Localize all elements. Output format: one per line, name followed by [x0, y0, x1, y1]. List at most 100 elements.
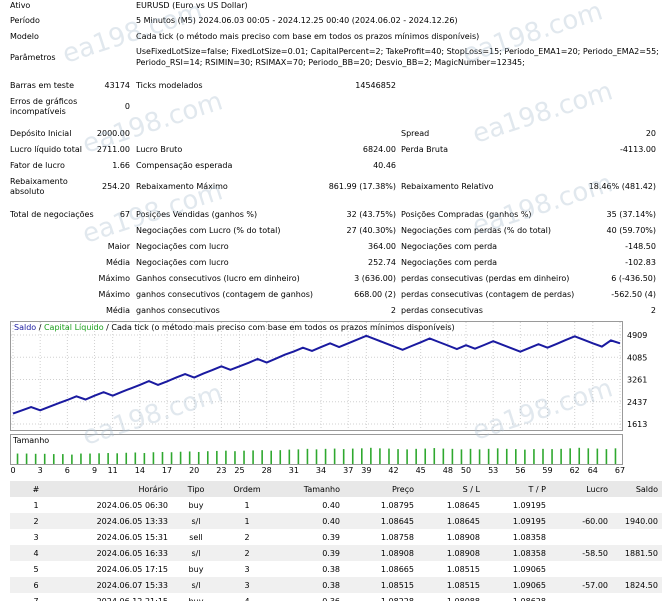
table-row[interactable]: 4 2024.06.05 16:33 s/l 2 0.39 1.08908 1.08908 1… [10, 545, 662, 561]
cell-tipo: s/l [172, 513, 220, 529]
cell-ordem: 4 [244, 596, 250, 601]
table-row[interactable]: 1 2024.06.05 06:30 buy 1 0.40 1.08795 1.08645 1… [10, 497, 662, 513]
x-tick-label: 6 [65, 466, 70, 475]
cell-sl: 1.08645 [446, 500, 480, 510]
x-tick-label: 45 [416, 466, 426, 475]
media-2-label: Média [105, 306, 130, 315]
cell-preco: 1.08228 [380, 596, 414, 601]
rebaixamento-absoluto-value: 254.20 [102, 182, 130, 191]
y-tick-label: 2437 [627, 398, 647, 407]
cell-lucro [550, 593, 612, 601]
legend-sep-2: / [104, 323, 112, 332]
periodo-label: Período [10, 16, 40, 25]
cell-preco: 1.08795 [380, 500, 414, 510]
cell-horario: 2024.06.05 15:31 [96, 532, 168, 542]
ganhos-cons-value: 2 [390, 306, 396, 315]
col-header-tp[interactable]: T / P [484, 481, 550, 497]
cell-number: 7 [33, 596, 39, 601]
cell-sl: 1.08515 [418, 577, 484, 593]
cell-tipo: buy [188, 564, 204, 574]
neg-perda-pct-label: Negociações com perdas (% do total) [401, 226, 551, 235]
cell-horario: 2024.06.05 17:15 [96, 564, 168, 574]
col-header-ordem[interactable]: Ordem [220, 481, 274, 497]
x-axis-ticks: 0 3 6 9 11 14 17 20 23 25 28 31 34 37 39 42 45 48 50 53 56 59… [10, 466, 625, 475]
ativo-value: EURUSD (Euro vs US Dollar) [136, 1, 248, 10]
cell-ordem: 1 [244, 500, 250, 510]
x-tick-label: 42 [388, 466, 398, 475]
cell-saldo [612, 497, 662, 513]
cell-tipo: buy [188, 500, 204, 510]
perdas-cons-contagem-label: perdas consecutivas (contagem de perdas) [401, 290, 575, 299]
cell-saldo: 1881.50 [612, 545, 662, 561]
cell-saldo [612, 593, 662, 601]
x-tick-label: 14 [135, 466, 145, 475]
cell-sl: 1.08515 [446, 564, 480, 574]
col-header-horario[interactable]: Horário [62, 481, 172, 497]
y-tick-label: 4909 [627, 331, 647, 340]
maior-label: Maior [107, 242, 130, 251]
x-tick-label: 59 [542, 466, 552, 475]
media-lucro-value: 252.74 [368, 258, 396, 267]
perda-bruta-label: Perda Bruta [401, 145, 449, 154]
y-axis-ticks: 4909 4085 3261 2437 1613 [627, 331, 647, 429]
cell-tp: 1.09195 [484, 513, 550, 529]
perdas-cons-contagem-value: -562.50 (4) [611, 290, 656, 299]
lucro-bruto-value: 6824.00 [362, 145, 396, 154]
cell-preco: 1.08515 [344, 577, 418, 593]
maximo-2-label: Máximo [98, 290, 130, 299]
table-row[interactable]: 3 2024.06.05 15:31 sell 2 0.39 1.08758 1.08908… [10, 529, 662, 545]
spread-label: Spread [401, 129, 430, 138]
cell-ordem: 2 [220, 545, 274, 561]
neg-lucro-pct-value: 27 (40.30%) [346, 226, 396, 235]
col-header-number[interactable]: # [10, 481, 62, 497]
table-row[interactable]: 6 2024.06.07 15:33 s/l 3 0.38 1.08515 1.08515 1… [10, 577, 662, 593]
cell-ordem: 3 [220, 577, 274, 593]
deposito-value: 2000.00 [96, 129, 130, 138]
x-tick-label: 67 [615, 466, 625, 475]
cell-sl: 1.08908 [446, 532, 480, 542]
maior-lucro-label: Negociações com lucro [136, 242, 229, 251]
x-tick-label: 37 [343, 466, 353, 475]
cell-number: 4 [10, 545, 62, 561]
col-header-lucro[interactable]: Lucro [550, 481, 612, 497]
cell-saldo [612, 561, 662, 577]
col-header-preco[interactable]: Preço [344, 481, 418, 497]
chart-legend: Saldo / Capital Líquido / Cada tick (o m… [14, 322, 455, 332]
x-tick-label: 23 [216, 466, 226, 475]
deposito-label: Depósito Inicial [10, 129, 72, 138]
col-header-sl[interactable]: S / L [418, 481, 484, 497]
neg-lucro-pct-label: Negociações com Lucro (% do total) [136, 226, 281, 235]
col-header-tamanho[interactable]: Tamanho [274, 481, 344, 497]
col-header-tipo[interactable]: Tipo [172, 481, 220, 497]
x-tick-label: 3 [38, 466, 43, 475]
cell-horario: 2024.06.12 21:15 [96, 596, 168, 601]
cell-preco: 1.08908 [344, 545, 418, 561]
cell-lucro [550, 529, 612, 545]
media-perda-label: Negociações com perda [401, 258, 498, 267]
total-negociacoes-label: Total de negociações [10, 210, 94, 219]
cell-number: 1 [33, 500, 39, 510]
cell-tp: 1.09065 [512, 564, 546, 574]
ganhos-cons-dinheiro-label: Ganhos consecutivos (lucro em dinheiro) [136, 274, 300, 283]
parametros-line-2: Periodo_RSI=14; RSIMIN=30; RSIMAX=70; Pe… [136, 58, 525, 67]
col-header-saldo[interactable]: Saldo [612, 481, 662, 497]
fator-lucro-value: 1.66 [112, 161, 130, 170]
cell-tipo: s/l [172, 545, 220, 561]
legend-saldo: Saldo [14, 323, 36, 332]
cell-lucro [550, 497, 612, 513]
table-row[interactable]: 7 2024.06.12 21:15 buy 4 0.36 1.08228 1.08088 1… [10, 593, 662, 601]
table-row[interactable]: 5 2024.06.05 17:15 buy 3 0.38 1.08665 1.08515 1… [10, 561, 662, 577]
x-tick-label: 64 [588, 466, 598, 475]
barras-value: 43174 [104, 81, 130, 90]
ganhos-cons-label: ganhos consecutivos [136, 306, 220, 315]
posicoes-vendidas-label: Posições Vendidas (ganhos %) [136, 210, 258, 219]
table-row[interactable]: 2 2024.06.05 13:33 s/l 1 0.40 1.08645 1.08645 1… [10, 513, 662, 529]
cell-saldo [612, 529, 662, 545]
maior-perda-label: Negociações com perda [401, 242, 498, 251]
maior-lucro-value: 364.00 [368, 242, 396, 251]
perdas-cons-value: 2 [650, 306, 656, 315]
ticks-value: 14546852 [355, 81, 396, 90]
cell-tamanho: 0.36 [322, 596, 340, 601]
ganhos-cons-dinheiro-value: 3 (636.00) [354, 274, 396, 283]
cell-horario: 2024.06.07 15:33 [62, 577, 172, 593]
